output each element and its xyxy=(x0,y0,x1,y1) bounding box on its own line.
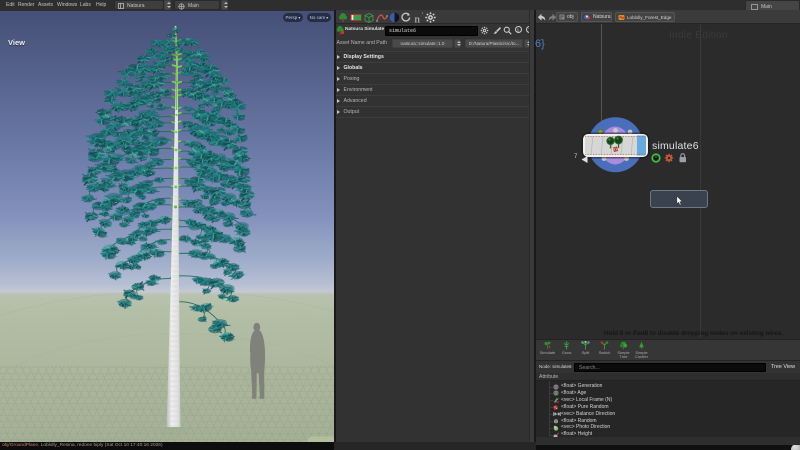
svg-text:': ' xyxy=(422,13,423,19)
svg-text:n: n xyxy=(415,13,421,24)
